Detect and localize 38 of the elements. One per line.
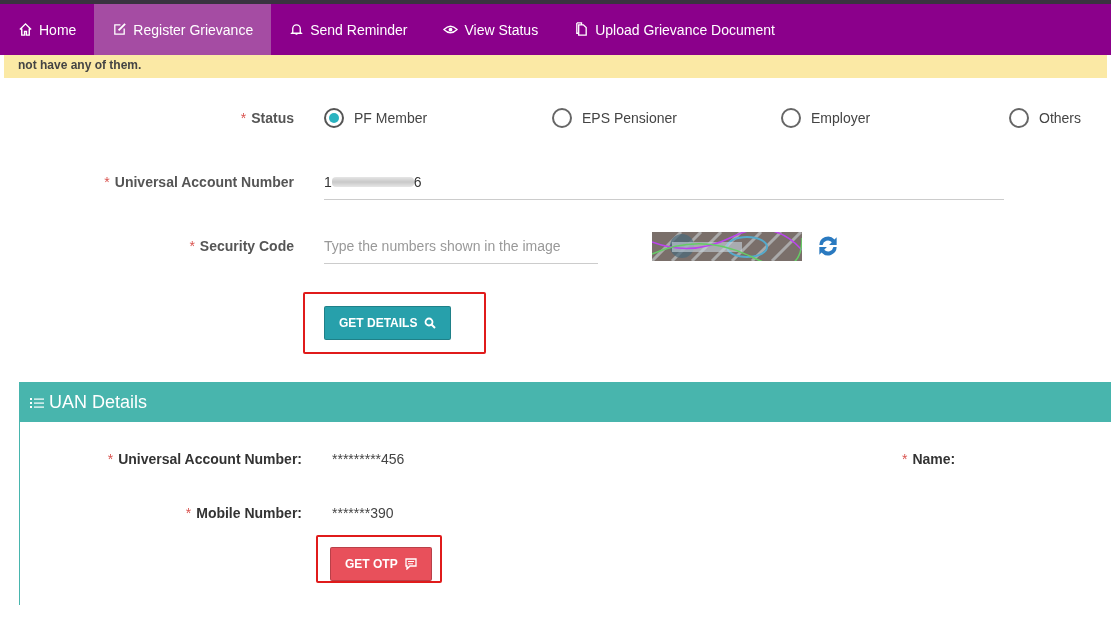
get-otp-button[interactable]: GET OTP (330, 547, 432, 581)
required-mark: * (189, 238, 195, 254)
field-label: Mobile Number: (196, 505, 302, 521)
home-icon (18, 22, 33, 37)
search-icon (424, 317, 437, 329)
edit-icon (112, 22, 128, 37)
radio-label: Others (1039, 110, 1081, 126)
field-value: *********456 (332, 451, 406, 467)
nav-tab[interactable]: Send Reminder (271, 4, 426, 55)
field-value: *******390 (332, 505, 395, 521)
document-icon (574, 22, 590, 37)
radio-button[interactable] (552, 108, 572, 128)
bell-icon (289, 22, 305, 37)
panel-title: UAN Details (49, 392, 148, 413)
required-mark: * (240, 110, 247, 126)
nav-tab[interactable]: Home (0, 4, 95, 55)
required-mark: * (107, 451, 114, 467)
required-mark: * (902, 451, 908, 467)
radio-button[interactable] (324, 108, 344, 128)
notice-text: not have any of them. (18, 59, 142, 72)
nav-tab[interactable]: Register Grievance (94, 4, 272, 55)
radio-button[interactable] (781, 108, 801, 128)
field-label: Name: (912, 451, 956, 467)
field-label: Security Code (199, 238, 294, 254)
message-icon (404, 558, 417, 570)
field-label: Universal Account Number (114, 174, 294, 190)
radio-label: PF Member (354, 110, 428, 126)
list-icon (30, 396, 44, 409)
field-label: Status (251, 110, 294, 126)
nav-tab[interactable]: Upload Grievance Document (556, 4, 793, 55)
radio-button[interactable] (1009, 108, 1029, 128)
required-mark: * (104, 174, 110, 190)
field-label: Universal Account Number: (118, 451, 302, 467)
radio-label: EPS Pensioner (582, 110, 677, 126)
nav-tab[interactable]: View Status (425, 4, 557, 55)
radio-label: Employer (811, 110, 871, 126)
required-mark: * (185, 505, 192, 521)
uan-input-field[interactable]: 1 6 (324, 164, 1004, 200)
